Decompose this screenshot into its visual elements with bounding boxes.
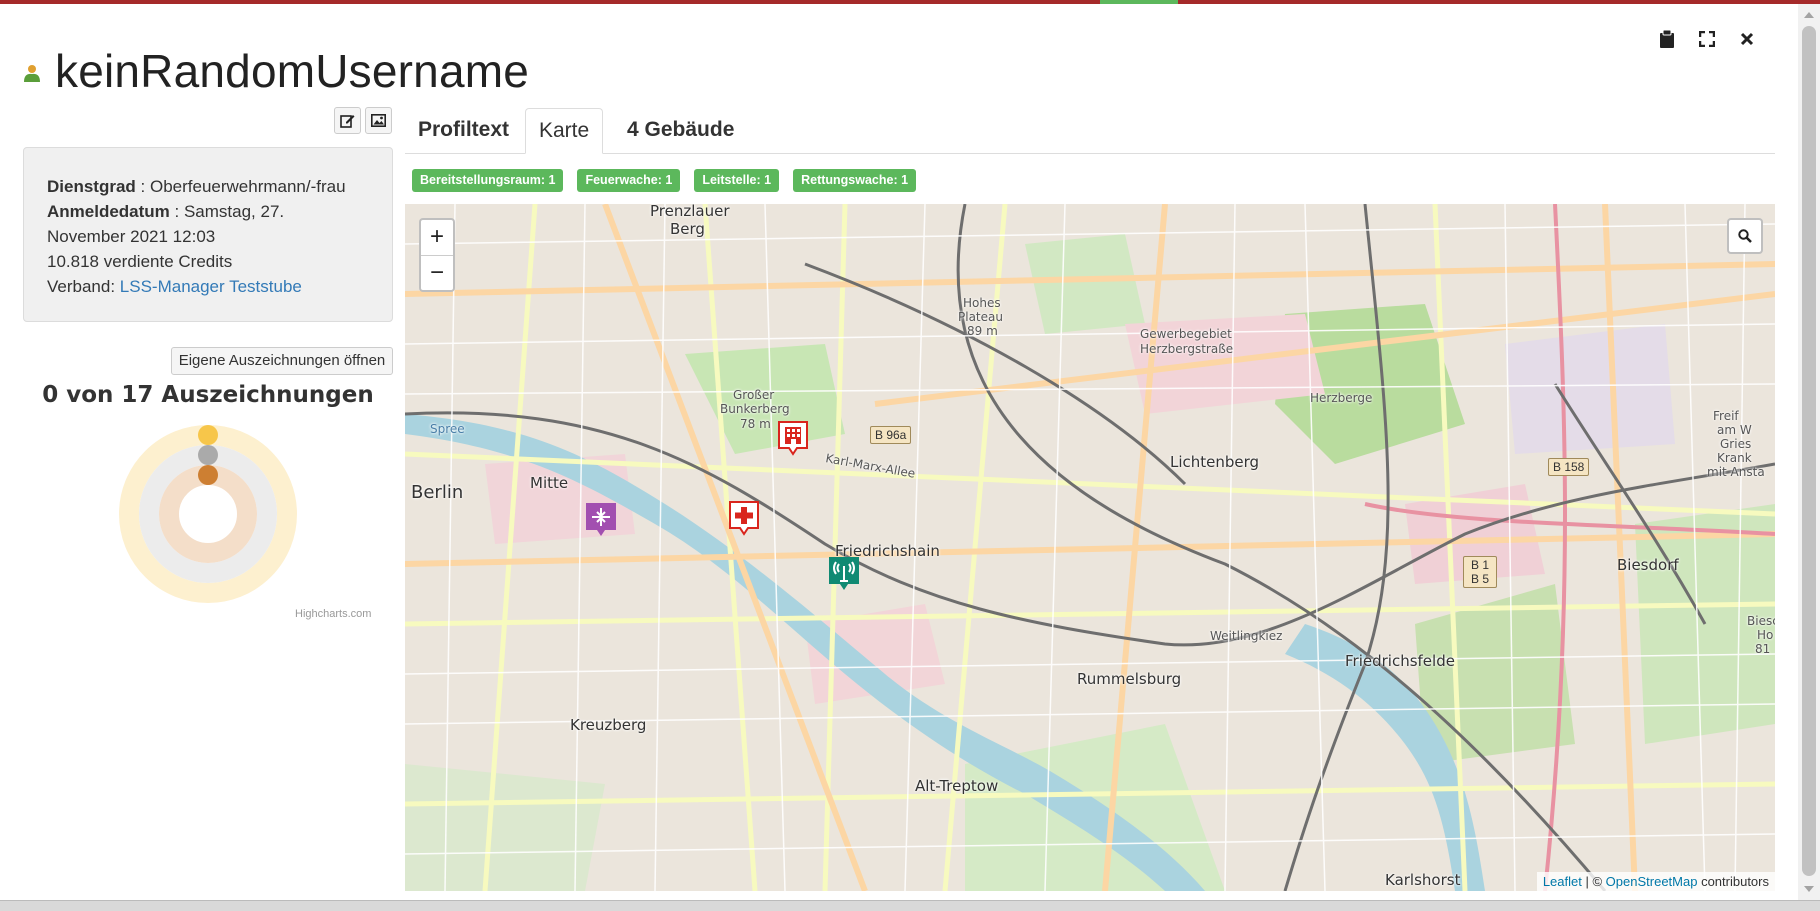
- tab-gebaeude[interactable]: 4 Gebäude: [614, 108, 747, 154]
- map-label-gewerbe-2: Herzbergstraße: [1140, 342, 1234, 356]
- zoom-in-button[interactable]: +: [421, 220, 453, 256]
- map-label-gewerbe-1: Gewerbegebiet: [1140, 327, 1232, 341]
- leitstelle-marker[interactable]: [828, 556, 860, 592]
- profile-info-panel: Dienstgrad : Oberfeuerwehrmann/-frau Anm…: [23, 147, 393, 322]
- road-shield-b1b5: B 1 B 5: [1463, 556, 1497, 588]
- map-label-freif-4: Krank: [1717, 451, 1752, 465]
- road-shield-b158: B 158: [1548, 458, 1590, 476]
- gold-ring-indicator: [198, 425, 218, 445]
- tab-profiltext[interactable]: Profiltext: [405, 108, 522, 154]
- road-shield-b96a: B 96a: [870, 426, 912, 444]
- awards-donut-chart: [119, 425, 297, 603]
- silver-ring-indicator: [198, 445, 218, 465]
- map-tiles: [405, 204, 1775, 891]
- map-label-bunker-1: Großer: [733, 388, 775, 402]
- bottom-strip: [0, 900, 1820, 911]
- window-actions: [1658, 30, 1756, 48]
- badge-rettungswache: Rettungswache: 1: [793, 169, 917, 192]
- map-label-friedrichsfelde: Friedrichsfelde: [1345, 652, 1455, 670]
- scroll-up-arrow[interactable]: [1804, 12, 1814, 18]
- registered-row-2: November 2021 12:03: [47, 227, 216, 246]
- map-label-bunker-2: Bunkerberg: [720, 402, 790, 416]
- clipboard-icon[interactable]: [1658, 30, 1676, 48]
- profile-window: keinRandomUsername Dienstgrad : Oberfeue…: [0, 4, 1796, 900]
- map-label-hohes-1: Hohes: [963, 296, 1001, 310]
- map-label-biesd-1: Biesc: [1747, 614, 1775, 628]
- map-label-rummelsburg: Rummelsburg: [1077, 670, 1182, 688]
- badge-leitstelle: Leitstelle: 1: [694, 169, 780, 192]
- alliance-link[interactable]: LSS-Manager Teststube: [120, 277, 302, 296]
- bereitstellungsraum-marker[interactable]: [585, 502, 617, 538]
- map-label-bunker-3: 78 m: [740, 417, 771, 431]
- chart-credit: Highcharts.com: [295, 608, 372, 620]
- close-icon[interactable]: [1738, 30, 1756, 48]
- map-label-hohes-3: 89 m: [967, 324, 998, 338]
- rettungswache-marker[interactable]: [728, 500, 760, 536]
- fullscreen-icon[interactable]: [1698, 30, 1716, 48]
- building-badges: Bereitstellungsraum: 1 Feuerwache: 1 Lei…: [412, 169, 917, 192]
- feuerwache-marker[interactable]: [777, 420, 809, 456]
- user-status-icon: [24, 65, 40, 82]
- map-label-biesd-2: Ho: [1757, 628, 1774, 642]
- map-label-freif-1: Freif: [1713, 409, 1739, 423]
- map-label-freif-2: am W: [1717, 423, 1752, 437]
- profile-edit-buttons: [334, 107, 392, 134]
- zoom-out-button[interactable]: −: [421, 256, 453, 292]
- search-icon: [1738, 229, 1752, 243]
- page-title: keinRandomUsername: [55, 45, 530, 97]
- map-zoom-control: + −: [419, 218, 455, 292]
- badge-feuerwache: Feuerwache: 1: [577, 169, 681, 192]
- map-label-karlshorst: Karlshorst: [1385, 871, 1461, 889]
- map-label-spree: Spree: [430, 422, 465, 436]
- tab-karte[interactable]: Karte: [525, 108, 604, 154]
- map-label-alt-treptow: Alt-Treptow: [915, 777, 999, 795]
- profile-tabs: Profiltext Karte 4 Gebäude: [405, 108, 1775, 154]
- map-search-button[interactable]: [1727, 218, 1763, 254]
- osm-link[interactable]: OpenStreetMap: [1606, 874, 1698, 889]
- map-label-berlin: Berlin: [411, 482, 464, 503]
- credits-row: 10.818 verdiente Credits: [47, 252, 233, 271]
- registered-row: Anmeldedatum : Samstag, 27.: [47, 202, 285, 221]
- image-icon: [371, 114, 386, 127]
- bronze-ring-indicator: [198, 465, 218, 485]
- map-attribution: Leaflet | © OpenStreetMap contributors: [1536, 872, 1775, 891]
- bronze-ring-track: [159, 465, 257, 563]
- map-label-freif-3: Gries: [1720, 437, 1752, 451]
- map-label-berg: Berg: [670, 220, 705, 238]
- alliance-row: Verband: LSS-Manager Teststube: [47, 277, 302, 296]
- rank-row: Dienstgrad : Oberfeuerwehrmann/-frau: [47, 177, 346, 196]
- leaflet-link[interactable]: Leaflet: [1543, 874, 1582, 889]
- map-label-hohes-2: Plateau: [958, 310, 1003, 324]
- open-awards-button[interactable]: Eigene Auszeichnungen öffnen: [171, 347, 393, 375]
- edit-image-button[interactable]: [365, 107, 392, 134]
- scroll-thumb[interactable]: [1802, 26, 1816, 876]
- map-label-kreuzberg: Kreuzberg: [570, 716, 647, 734]
- map-label-lichtenberg: Lichtenberg: [1170, 453, 1260, 471]
- awards-title: 0 von 17 Auszeichnungen: [42, 382, 374, 408]
- map-label-prenzlauer: Prenzlauer: [650, 204, 730, 220]
- map-label-freif-5: mit Ansta: [1707, 465, 1765, 479]
- map-label-biesd-3: 81: [1755, 642, 1771, 656]
- scroll-down-arrow[interactable]: [1804, 886, 1814, 892]
- map-label-weitlingkiez: Weitlingkiez: [1210, 629, 1283, 643]
- map-label-herzberge: Herzberge: [1310, 391, 1373, 405]
- edit-icon: [340, 115, 355, 128]
- buildings-map[interactable]: Prenzlauer Berg Berlin Mitte Friedrichsh…: [405, 204, 1775, 891]
- map-label-mitte: Mitte: [530, 474, 569, 492]
- window-scrollbar[interactable]: [1798, 4, 1820, 900]
- edit-profile-button[interactable]: [334, 107, 361, 134]
- badge-bereitstellungsraum: Bereitstellungsraum: 1: [412, 169, 564, 192]
- map-label-biesdorf: Biesdorf: [1617, 556, 1679, 574]
